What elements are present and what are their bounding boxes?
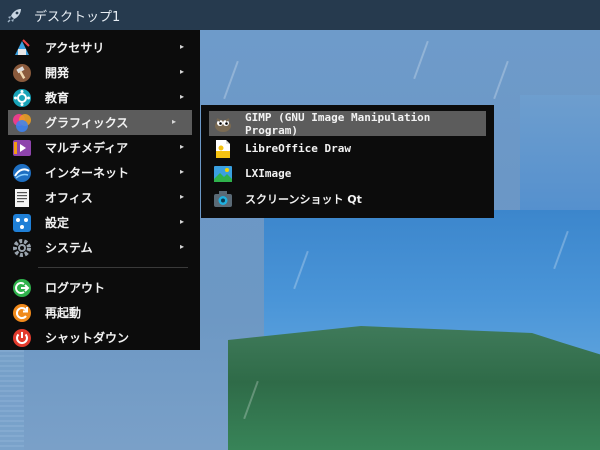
accessories-icon — [12, 38, 32, 58]
menu-launcher-button[interactable] — [0, 0, 30, 30]
power-icon — [12, 328, 32, 348]
wallpaper-shape — [228, 326, 600, 450]
multimedia-icon — [12, 138, 32, 158]
menu-item-label: インターネット — [45, 166, 130, 180]
submenu-item-label: LXImage — [245, 167, 292, 180]
submenu-arrow-icon: ▸ — [179, 42, 184, 51]
menu-item-system[interactable]: システム ▸ — [0, 235, 200, 260]
menu-item-multimedia[interactable]: マルチメディア ▸ — [0, 135, 200, 160]
menu-item-graphics[interactable]: グラフィックス ▸ — [8, 110, 192, 135]
submenu-item-label: スクリーンショット Qt — [245, 192, 362, 206]
menu-item-label: 再起動 — [45, 306, 82, 320]
gimp-icon — [213, 114, 233, 134]
submenu-item-screenshot[interactable]: スクリーンショット Qt — [201, 186, 494, 211]
menu-item-label: 開発 — [45, 66, 70, 80]
rocket-icon — [7, 9, 21, 23]
menu-item-label: グラフィックス — [45, 116, 129, 130]
desktop-name: デスクトップ1 — [34, 9, 121, 25]
menu-item-label: アクセサリ — [45, 41, 105, 55]
menu-item-settings[interactable]: 設定 ▸ — [0, 210, 200, 235]
submenu-arrow-icon: ▸ — [179, 217, 184, 226]
submenu-arrow-icon: ▸ — [179, 192, 184, 201]
menu-item-reboot[interactable]: 再起動 — [0, 300, 200, 325]
submenu-arrow-icon: ▸ — [179, 167, 184, 176]
submenu-item-label: LibreOffice Draw — [245, 142, 351, 155]
submenu-arrow-icon: ▸ — [179, 242, 184, 251]
submenu-item-lximage[interactable]: LXImage — [201, 161, 494, 186]
menu-item-label: マルチメディア — [45, 141, 129, 155]
menu-item-education[interactable]: 教育 ▸ — [0, 85, 200, 110]
submenu-arrow-icon: ▸ — [179, 67, 184, 76]
logout-icon — [12, 278, 32, 298]
settings-icon — [12, 213, 32, 233]
hammer-icon — [12, 63, 32, 83]
wallpaper-shape — [520, 95, 600, 215]
submenu-arrow-icon: ▸ — [179, 142, 184, 151]
lximage-icon — [213, 164, 233, 184]
internet-icon — [12, 163, 32, 183]
submenu-item-label: GIMP (GNU Image Manipulation Program) — [245, 110, 431, 137]
menu-item-label: 教育 — [45, 91, 70, 105]
menu-item-label: オフィス — [45, 191, 93, 205]
education-icon — [12, 88, 32, 108]
submenu-item-libreoffice-draw[interactable]: LibreOffice Draw — [201, 136, 494, 161]
screenshot-camera-icon — [213, 189, 233, 209]
submenu-item-gimp[interactable]: GIMP (GNU Image Manipulation Program) — [209, 110, 486, 137]
menu-item-accessories[interactable]: アクセサリ ▸ — [0, 35, 200, 60]
menu-item-label: シャットダウン — [45, 331, 130, 345]
application-menu: アクセサリ ▸ 開発 ▸ 教育 ▸ グラフィックス ▸ マルチメディア ▸ イン… — [0, 30, 200, 350]
menu-item-label: 設定 — [45, 216, 70, 230]
menu-item-label: ログアウト — [45, 281, 106, 295]
wallpaper-shape — [0, 350, 24, 450]
graphics-submenu: GIMP (GNU Image Manipulation Program) Li… — [201, 105, 494, 218]
libreoffice-draw-icon — [213, 139, 233, 159]
submenu-arrow-icon: ▸ — [179, 92, 184, 101]
menu-item-internet[interactable]: インターネット ▸ — [0, 160, 200, 185]
menu-item-office[interactable]: オフィス ▸ — [0, 185, 200, 210]
office-icon — [12, 188, 32, 208]
submenu-arrow-icon: ▸ — [171, 117, 176, 126]
taskbar: デスクトップ1 — [0, 0, 600, 30]
reboot-icon — [12, 303, 32, 323]
menu-item-development[interactable]: 開発 ▸ — [0, 60, 200, 85]
menu-item-label: システム — [45, 241, 93, 255]
system-gear-icon — [12, 238, 32, 258]
graphics-icon — [12, 113, 32, 133]
menu-item-logout[interactable]: ログアウト — [0, 275, 200, 300]
menu-item-shutdown[interactable]: シャットダウン — [0, 325, 200, 350]
menu-separator — [38, 267, 188, 268]
